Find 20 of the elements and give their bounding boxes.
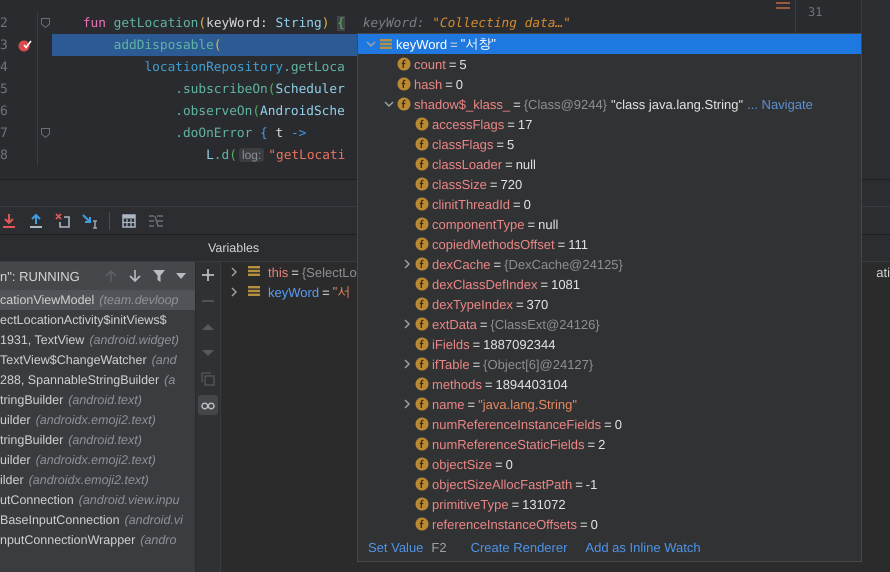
line-number: 7 (0, 126, 9, 140)
line-number: 5 (0, 82, 9, 96)
line-number: 3 (0, 38, 9, 52)
code-text: L.d( (205, 148, 237, 162)
parameter-hint: log: (238, 148, 264, 162)
line-number: 8 (0, 148, 9, 162)
code-text: .observeOn(AndroidSche (174, 104, 345, 118)
code-text: .doOnError { t -> (174, 126, 306, 140)
code-text: "getLocati (268, 148, 346, 162)
panel-title: Variables (208, 241, 260, 255)
code-text: fun getLocation(keyWord: String) { (82, 16, 345, 30)
shortcut-label: F2 (431, 540, 447, 555)
code-text: .subscribeOn(Scheduler (174, 82, 345, 96)
inline-value-hint: keyWord: "Collecting data…" (362, 16, 571, 30)
code-text: locationRepository.getLoca (143, 60, 345, 74)
line-number: 31 (807, 4, 824, 20)
line-number: 4 (0, 60, 9, 74)
line-number: 2 (0, 16, 9, 30)
line-number: 6 (0, 104, 9, 118)
code-text: addDisposable( (112, 38, 222, 52)
